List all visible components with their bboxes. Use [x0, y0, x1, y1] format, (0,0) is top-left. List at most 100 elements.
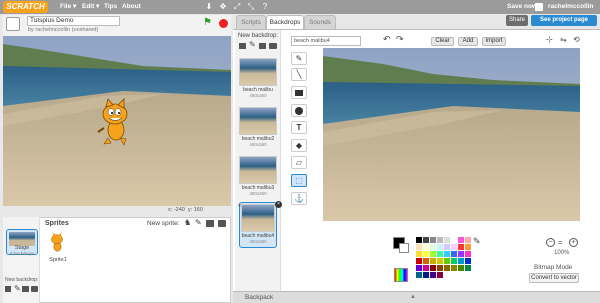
color-swatch[interactable] — [430, 244, 436, 250]
share-button[interactable]: Share — [506, 15, 528, 26]
color-swatch[interactable] — [465, 258, 471, 264]
color-swatch[interactable] — [423, 251, 429, 257]
color-swatch[interactable] — [416, 251, 422, 257]
tab-backdrops[interactable]: Backdrops — [266, 15, 304, 29]
select-tool-icon[interactable]: ⬚ — [291, 174, 307, 187]
set-costume-center-icon[interactable]: ⊹ — [546, 36, 553, 44]
color-swatch[interactable] — [416, 237, 422, 243]
color-swatch[interactable] — [465, 265, 471, 271]
color-swatch[interactable] — [437, 258, 443, 264]
color-swatch[interactable] — [423, 258, 429, 264]
color-swatch[interactable] — [430, 265, 436, 271]
duplicate-icon[interactable]: ⬇ — [204, 2, 214, 12]
tab-sounds[interactable]: Sounds — [304, 15, 336, 29]
color-swatch[interactable] — [416, 265, 422, 271]
color-swatch[interactable] — [423, 237, 429, 243]
stop-icon[interactable] — [219, 19, 228, 28]
upload-icon[interactable] — [22, 286, 29, 292]
library-icon[interactable] — [5, 286, 11, 292]
color-swatch[interactable] — [458, 244, 464, 250]
eraser-tool-icon[interactable]: ▱ — [291, 156, 307, 169]
color-swatch[interactable] — [430, 258, 436, 264]
color-swatch[interactable] — [430, 272, 436, 278]
color-swatch[interactable] — [430, 251, 436, 257]
tab-scripts[interactable]: Scripts — [236, 15, 266, 29]
sprite-camera-icon[interactable] — [218, 220, 226, 227]
brush-tool-icon[interactable]: ✎ — [291, 52, 307, 65]
undo-icon[interactable]: ↶ — [383, 35, 391, 44]
color-swatch[interactable] — [451, 251, 457, 257]
color-swatch[interactable] — [444, 251, 450, 257]
shrink-icon[interactable]: ⤡ — [246, 2, 256, 12]
backdrop-library-icon[interactable] — [239, 43, 246, 49]
color-swatch[interactable] — [458, 258, 464, 264]
backdrop-item-2[interactable]: beach malibu2 480x360 — [239, 107, 277, 151]
color-swatch[interactable] — [465, 251, 471, 257]
clear-button[interactable]: Clear — [431, 37, 454, 46]
convert-to-vector-button[interactable]: Convert to vector — [529, 273, 579, 283]
backdrop-camera-icon[interactable] — [269, 43, 277, 49]
delete-icon[interactable]: × — [275, 201, 282, 208]
color-swatch[interactable] — [437, 244, 443, 250]
text-tool-icon[interactable]: T — [291, 121, 307, 134]
zoom-in-icon[interactable]: + — [569, 238, 578, 247]
backdrop-upload-icon[interactable] — [259, 43, 266, 49]
camera-icon[interactable] — [31, 286, 38, 292]
mystuff-icon[interactable] — [535, 3, 543, 11]
sprite-paint-icon[interactable]: ✎ — [195, 219, 202, 227]
project-title-field[interactable]: Tutsplus Demo — [27, 16, 120, 26]
color-swatch[interactable] — [437, 265, 443, 271]
help-icon[interactable]: ? — [260, 2, 270, 12]
see-project-page-button[interactable]: See project page — [531, 15, 597, 26]
backdrop-item-1[interactable]: beach malibu 480x360 — [239, 58, 277, 102]
sprite-upload-icon[interactable] — [206, 220, 214, 227]
color-swatch[interactable] — [437, 251, 443, 257]
color-swatch[interactable] — [444, 258, 450, 264]
color-swatch[interactable] — [451, 258, 457, 264]
backdrop-item-3[interactable]: beach malibu3 480x360 — [239, 156, 277, 200]
paintbrush-icon[interactable]: ✎ — [14, 285, 21, 293]
flip-icon[interactable]: ⇋ — [560, 36, 567, 44]
color-swatch[interactable] — [451, 244, 457, 250]
backdrop-name-field[interactable] — [291, 36, 361, 46]
cut-icon[interactable]: ✥ — [218, 2, 228, 12]
color-swatch[interactable] — [444, 237, 450, 243]
paint-canvas[interactable] — [323, 48, 580, 221]
redo-icon[interactable]: ↷ — [396, 35, 404, 44]
backdrop-paint-icon[interactable]: ✎ — [249, 41, 256, 49]
line-tool-icon[interactable]: ╲ — [291, 68, 307, 81]
color-swatch[interactable] — [465, 237, 471, 243]
username[interactable]: rachelmccollin — [548, 2, 594, 12]
save-now-link[interactable]: Save now — [507, 2, 537, 12]
color-swatch[interactable] — [423, 244, 429, 250]
color-picker-icon[interactable] — [394, 268, 408, 282]
presentation-mode-icon[interactable] — [6, 17, 20, 31]
stamp-tool-icon[interactable]: ⚓ — [291, 192, 307, 205]
color-swatch[interactable] — [416, 258, 422, 264]
color-swatch[interactable] — [437, 272, 443, 278]
color-swatch[interactable] — [430, 237, 436, 243]
color-swatch[interactable] — [416, 244, 422, 250]
sprite1-thumbnail[interactable] — [48, 232, 66, 254]
eyedropper-icon[interactable]: ✎ — [473, 237, 481, 246]
menu-tips[interactable]: Tips — [104, 2, 117, 12]
zoom-out-icon[interactable]: − — [546, 238, 555, 247]
backpack-bar[interactable]: Backpack — [233, 291, 600, 303]
color-swatch[interactable] — [458, 237, 464, 243]
color-swatch[interactable] — [444, 265, 450, 271]
secondary-color-swatch[interactable] — [399, 243, 409, 253]
flag-icon[interactable]: ⚑ — [203, 18, 212, 28]
color-swatch[interactable] — [451, 265, 457, 271]
grow-icon[interactable]: ⤢ — [232, 2, 242, 12]
sprite-library-icon[interactable]: ♞ — [184, 219, 191, 227]
color-swatch[interactable] — [416, 272, 422, 278]
menu-about[interactable]: About — [122, 2, 141, 12]
backdrop-item-4[interactable]: beach malibu4 480x360 — [239, 202, 277, 248]
chevron-up-icon[interactable]: ▲ — [410, 294, 416, 300]
ellipse-tool-icon[interactable] — [291, 104, 307, 117]
color-swatch[interactable] — [458, 265, 464, 271]
scratch-logo[interactable]: SCRATCH — [3, 1, 48, 13]
cat-sprite[interactable] — [96, 98, 134, 146]
menu-file[interactable]: File ▾ — [60, 2, 76, 12]
color-swatch[interactable] — [465, 244, 471, 250]
